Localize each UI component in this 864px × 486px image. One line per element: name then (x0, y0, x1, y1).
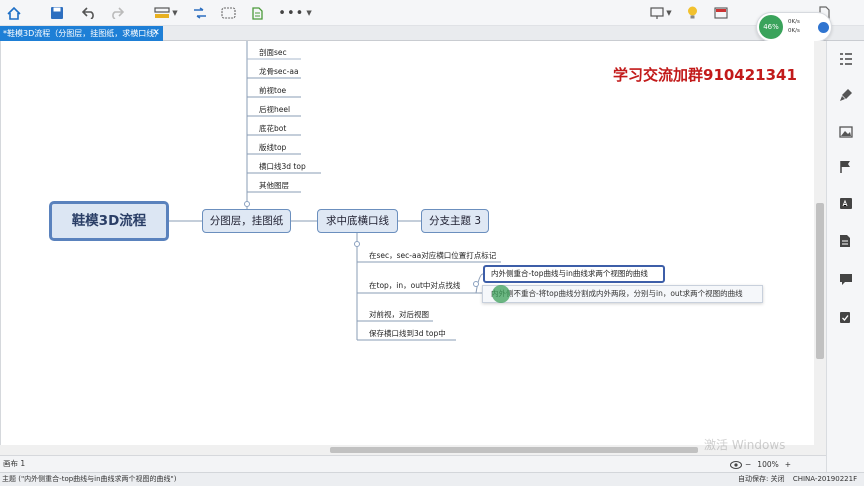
right-panel (826, 41, 864, 472)
undo-icon[interactable] (80, 3, 98, 23)
status-right: 自动保存: 关闭 CHINA-20190221F (738, 473, 857, 486)
zoom-level[interactable]: 100% (757, 460, 778, 469)
collapse-toggle[interactable] (473, 281, 479, 287)
selected-topic[interactable]: 内外侧重合-top曲线与in曲线求两个视图的曲线 (483, 265, 665, 283)
comment-icon[interactable] (839, 271, 853, 285)
subtopic-item[interactable]: 龙骨sec-aa (257, 66, 299, 78)
task-icon[interactable] (839, 309, 853, 323)
vertical-scroll-thumb[interactable] (816, 203, 824, 359)
format-panel-icon[interactable] (712, 3, 730, 23)
central-topic[interactable]: 鞋模3D流程 (49, 201, 169, 241)
summary-icon[interactable] (249, 3, 265, 23)
autosave-status[interactable]: 自动保存: 关闭 (738, 475, 785, 483)
zoom-out-button[interactable]: − (745, 460, 751, 469)
format-brush-icon[interactable] (839, 87, 853, 101)
upload-speed: 0K/s (788, 19, 800, 25)
chevron-down-icon: ▼ (306, 9, 312, 17)
toolbar: ▼ ••• ▼ ▼ (0, 0, 864, 26)
connector-lines (169, 41, 501, 341)
subtopic-item[interactable]: 版线top (257, 142, 286, 154)
tab-close-icon[interactable]: ✕ (150, 26, 162, 41)
subtopic-item[interactable]: 横口线3d top (257, 161, 306, 173)
dragging-topic[interactable]: 内外侧不重合-将top曲线分割成内外两段，分别与in，out求两个视图的曲线 (482, 285, 763, 303)
subtopic-item[interactable]: 在top，in，out中对点找线 (367, 280, 460, 292)
download-speed: 0K/s (788, 28, 800, 34)
zoom-in-button[interactable]: + (785, 460, 791, 469)
presentation-button[interactable]: ▼ (646, 3, 676, 23)
marker-flag-icon[interactable] (839, 159, 853, 173)
relationship-icon[interactable] (192, 3, 208, 23)
mindmap-canvas[interactable]: 学习交流加群910421341 鞋模3D流程 分图层，挂图纸 求中底横口线 分支… (0, 41, 826, 455)
status-bar: 主题 ("内外侧重合-top曲线与in曲线求两个视图的曲线") 自动保存: 关闭… (0, 472, 864, 486)
boundary-icon[interactable] (219, 3, 237, 23)
save-icon[interactable] (48, 3, 66, 23)
vertical-scrollbar[interactable] (814, 41, 826, 455)
collapse-toggle[interactable] (244, 201, 250, 207)
accelerate-icon[interactable] (818, 22, 829, 33)
subtopic-item[interactable]: 剖面sec (257, 47, 287, 59)
xmind-window: ▼ ••• ▼ ▼ *鞋模3D流程（分图层，挂图纸，求横口线） ✕ 46% 0K… (0, 0, 864, 486)
collapse-toggle[interactable] (354, 241, 360, 247)
topic-layers[interactable]: 分图层，挂图纸 (202, 209, 291, 233)
image-icon[interactable] (839, 123, 853, 138)
subtopic-item[interactable]: 对前视，对后视图 (367, 309, 429, 321)
subtopic-item[interactable]: 保存横口线到3d top中 (367, 328, 446, 340)
cursor-highlight (492, 285, 510, 303)
notes-icon[interactable] (839, 233, 853, 247)
topic-branch-3[interactable]: 分支主题 3 (421, 209, 489, 233)
machine-name: CHINA-20190221F (792, 475, 858, 483)
sheet-bar: 画布 1 − 100% + (0, 455, 826, 472)
lightbulb-icon[interactable] (684, 3, 700, 23)
sheet-tab[interactable]: 画布 1 (3, 458, 25, 470)
more-button[interactable]: ••• ▼ (278, 3, 312, 23)
topic-style-button[interactable]: ▼ (151, 3, 181, 23)
selected-topic-status: 主题 ("内外侧重合-top曲线与in曲线求两个视图的曲线") (2, 475, 177, 483)
tab-title: *鞋模3D流程（分图层，挂图纸，求横口线） (3, 29, 163, 38)
sticker-icon[interactable] (839, 195, 853, 209)
redo-icon[interactable] (108, 3, 126, 23)
subtopic-item[interactable]: 底花bot (257, 123, 286, 135)
speed-percent: 46% (759, 15, 783, 39)
horizontal-scroll-thumb[interactable] (330, 447, 698, 453)
group-watermark-text: 学习交流加群910421341 (613, 66, 797, 84)
subtopic-item[interactable]: 前视toe (257, 85, 286, 97)
more-icon: ••• (278, 5, 305, 21)
chevron-down-icon: ▼ (172, 9, 178, 17)
zoom-controls: − 100% + (730, 457, 794, 472)
horizontal-scrollbar[interactable] (0, 445, 814, 455)
chevron-down-icon: ▼ (666, 9, 672, 17)
home-icon[interactable] (6, 3, 22, 23)
network-speed-widget[interactable]: 46% 0K/s 0K/s (756, 12, 832, 42)
tab-document[interactable]: *鞋模3D流程（分图层，挂图纸，求横口线） (0, 26, 163, 41)
subtopic-item[interactable]: 其他图层 (257, 180, 289, 192)
subtopic-item[interactable]: 在sec，sec-aa对应横口位置打点标记 (367, 250, 496, 262)
windows-activation-watermark: 激活 Windows (704, 438, 786, 452)
tab-strip: *鞋模3D流程（分图层，挂图纸，求横口线） ✕ (0, 26, 864, 41)
topic-hengkou-line[interactable]: 求中底横口线 (317, 209, 398, 233)
outline-icon[interactable] (839, 51, 853, 65)
subtopic-item[interactable]: 后视heel (257, 104, 290, 116)
eye-icon[interactable] (730, 460, 742, 469)
